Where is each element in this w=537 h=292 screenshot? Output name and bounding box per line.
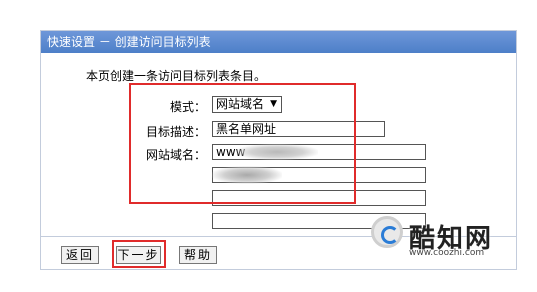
watermark-url: www.coozhi.com	[409, 248, 485, 258]
back-button[interactable]: 返回	[61, 246, 99, 264]
panel-title: 快速设置 － 创建访问目标列表	[41, 31, 516, 53]
blurred-redaction	[236, 144, 318, 160]
coozhi-logo-icon	[371, 216, 403, 248]
mode-label: 模式：	[169, 100, 206, 114]
domain-label: 网站域名：	[145, 148, 206, 162]
next-button[interactable]: 下一步	[116, 246, 161, 264]
watermark-logo: 酷知网 www.coozhi.com	[369, 210, 509, 260]
blurred-redaction	[212, 166, 282, 184]
target-desc-label: 目标描述：	[145, 125, 206, 139]
domain-input-3[interactable]	[212, 190, 426, 206]
mode-select[interactable]: 网站域名 ▼	[212, 96, 282, 113]
page-description: 本页创建一条访问目标列表条目。	[86, 69, 267, 83]
target-desc-input[interactable]: 黑名单网址	[212, 121, 385, 137]
mode-select-value: 网站域名	[216, 97, 265, 111]
dropdown-arrow-icon: ▼	[270, 99, 277, 109]
help-button[interactable]: 帮助	[179, 246, 217, 264]
